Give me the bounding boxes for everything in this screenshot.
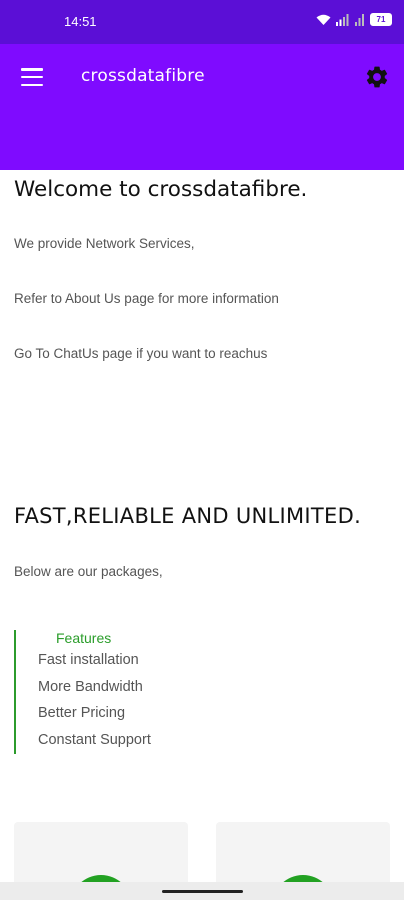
feature-item: Constant Support xyxy=(38,732,151,748)
status-time: 14:51 xyxy=(64,14,97,29)
welcome-line-about: Refer to About Us page for more informat… xyxy=(14,291,279,306)
status-bar: 14:51 71 xyxy=(0,0,404,44)
feature-item: Fast installation xyxy=(38,652,139,668)
welcome-heading: Welcome to crossdatafibre. xyxy=(14,177,308,202)
welcome-line-chat: Go To ChatUs page if you want to reachus xyxy=(14,346,268,361)
app-title: crossdatafibre xyxy=(81,66,205,86)
hamburger-menu-icon[interactable] xyxy=(18,65,46,89)
system-navigation-bar xyxy=(0,882,404,900)
features-list: Features Fast installation More Bandwidt… xyxy=(14,630,316,754)
feature-item: More Bandwidth xyxy=(38,679,143,695)
app-bar: crossdatafibre xyxy=(0,44,404,170)
gear-icon[interactable] xyxy=(364,64,390,90)
packages-heading: FAST,RELIABLE AND UNLIMITED. xyxy=(14,504,362,528)
packages-intro: Below are our packages, xyxy=(14,564,163,579)
signal-icon xyxy=(336,13,349,26)
battery-icon: 71 xyxy=(370,13,392,26)
home-indicator[interactable] xyxy=(162,890,243,893)
welcome-line-services: We provide Network Services, xyxy=(14,236,195,251)
features-title: Features xyxy=(56,630,112,646)
signal-icon-2 xyxy=(355,13,364,26)
wifi-icon xyxy=(316,14,331,25)
status-icons: 71 xyxy=(316,13,392,26)
feature-item: Better Pricing xyxy=(38,705,126,721)
